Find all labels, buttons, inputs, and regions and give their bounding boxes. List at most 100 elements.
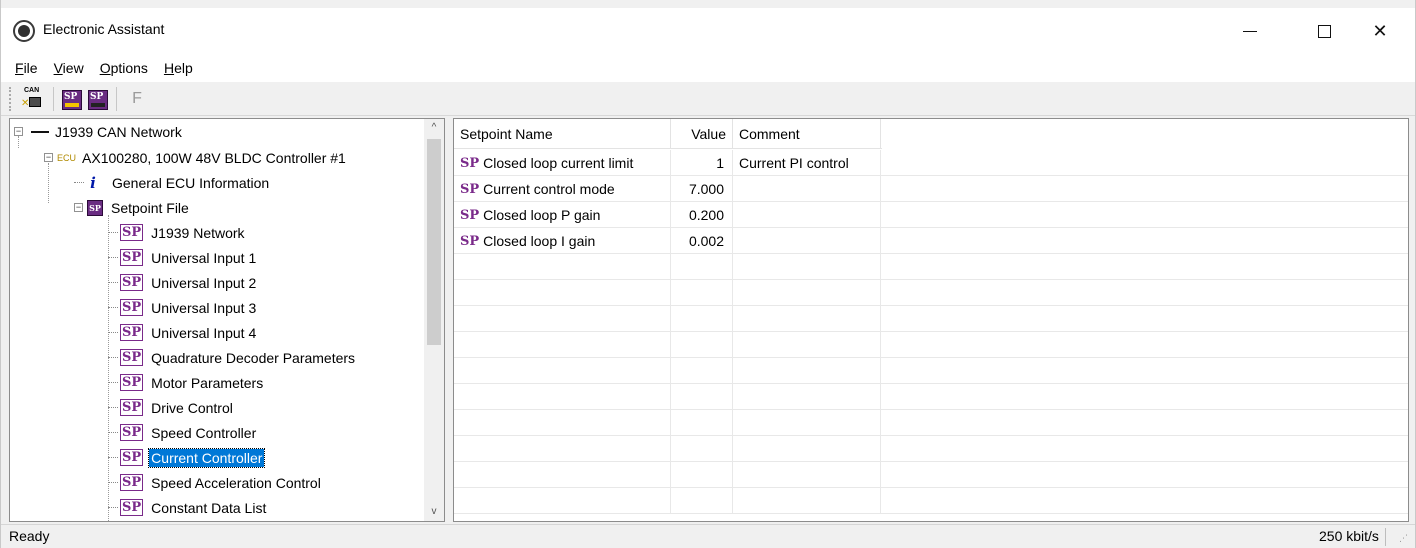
menu-help[interactable]: Help (156, 60, 201, 76)
toolbar-separator (116, 86, 117, 111)
minimize-icon (1243, 30, 1257, 32)
info-icon: i (90, 173, 96, 192)
tree-scrollbar[interactable]: ^ v (424, 119, 444, 521)
tree-node-network[interactable]: − J1939 CAN Network (14, 119, 184, 144)
sp-icon: SP (120, 249, 144, 266)
app-logo-icon (13, 20, 35, 42)
empty-row (454, 436, 1408, 462)
flash-button[interactable]: F (125, 87, 149, 111)
setpoint-comment (733, 228, 881, 254)
sp-save-icon: SP (90, 91, 104, 102)
menu-file[interactable]: File (7, 60, 46, 76)
tree-item-j1939-network[interactable]: SP J1939 Network (108, 220, 247, 245)
resize-grip-icon[interactable]: ⋰ (1399, 533, 1408, 544)
setpoint-value[interactable]: 1 (671, 150, 733, 176)
tree-item-universal-input-1[interactable]: SP Universal Input 1 (108, 245, 258, 270)
close-icon: ✕ (1372, 20, 1388, 41)
close-button[interactable]: ✕ (1357, 8, 1403, 54)
collapse-icon[interactable]: − (44, 153, 53, 162)
network-icon (31, 130, 49, 133)
ecu-icon: ECU (57, 152, 77, 163)
collapse-icon[interactable]: − (74, 203, 83, 212)
empty-row (454, 488, 1408, 514)
setpoint-comment (733, 202, 881, 228)
empty-row (454, 254, 1408, 280)
tree-item-constant-data-list[interactable]: SP Constant Data List (108, 495, 268, 520)
tree-scroll-thumb[interactable] (427, 139, 441, 345)
tree-node-label: Universal Input 3 (151, 299, 257, 316)
tree-node-label: Quadrature Decoder Parameters (151, 349, 356, 366)
setpoint-comment: Current PI control (733, 150, 881, 176)
sp-icon: SP (120, 224, 144, 241)
column-header-name[interactable]: Setpoint Name (454, 119, 671, 149)
empty-row (454, 462, 1408, 488)
toolbar-grip[interactable] (9, 86, 12, 111)
sp-icon: SP (120, 299, 144, 316)
table-row[interactable]: SP Closed loop I gain 0.002 (454, 228, 1408, 254)
title-bar: Electronic Assistant ✕ (1, 8, 1415, 54)
panel-splitter[interactable] (445, 118, 453, 522)
sp-icon: SP (120, 374, 144, 391)
toolbar: CAN ✕ SP SP F (1, 82, 1415, 116)
tree-node-label-selected: Current Controller (148, 447, 266, 468)
tree-item-drive-control[interactable]: SP Drive Control (108, 395, 235, 420)
menu-bar: File View Options Help (1, 54, 1415, 82)
tree-item-quadrature-decoder[interactable]: SP Quadrature Decoder Parameters (108, 345, 357, 370)
table-row[interactable]: SP Closed loop current limit 1 Current PI… (454, 150, 1408, 176)
sp-icon: SP (120, 324, 144, 341)
scroll-down-icon[interactable]: v (424, 503, 444, 521)
can-connect-button[interactable]: CAN ✕ (21, 87, 45, 111)
setpoint-name: Current control mode (483, 181, 615, 197)
save-setpoint-button[interactable]: SP (88, 89, 108, 110)
tree-node-label: Drive Control (151, 399, 233, 416)
tree-item-universal-input-3[interactable]: SP Universal Input 3 (108, 295, 258, 320)
column-header-value[interactable]: Value (671, 119, 733, 149)
setpoint-grid: Setpoint Name Value Comment SP Closed loo… (453, 118, 1409, 522)
tree-node-label: Motor Parameters (151, 374, 264, 391)
collapse-icon[interactable]: − (14, 127, 23, 136)
tree-item-speed-acceleration[interactable]: SP Speed Acceleration Control (108, 470, 323, 495)
tree-node-label: Setpoint File (111, 199, 189, 216)
tree-panel: − J1939 CAN Network − ECU AX100280, 100W… (9, 118, 445, 522)
tree-item-motor-parameters[interactable]: SP Motor Parameters (108, 370, 265, 395)
scroll-up-icon[interactable]: ^ (424, 119, 444, 137)
tree-item-universal-input-4[interactable]: SP Universal Input 4 (108, 320, 258, 345)
sp-icon: SP (120, 424, 144, 441)
empty-row (454, 332, 1408, 358)
baud-rate-indicator: 250 kbit/s (1319, 528, 1379, 544)
column-header-comment[interactable]: Comment (733, 119, 881, 149)
tree-node-label: Universal Input 4 (151, 324, 257, 341)
sp-icon: SP (460, 181, 480, 197)
table-row[interactable]: SP Current control mode 7.000 (454, 176, 1408, 202)
tree-node-label: Universal Input 2 (151, 274, 257, 291)
tree-node-ecu[interactable]: − ECU AX100280, 100W 48V BLDC Controller… (44, 145, 348, 170)
setpoint-name: Closed loop I gain (483, 233, 596, 249)
maximize-button[interactable] (1301, 8, 1347, 54)
menu-options[interactable]: Options (92, 60, 156, 76)
sp-icon: SP (120, 474, 144, 491)
tree-item-speed-controller[interactable]: SP Speed Controller (108, 420, 258, 445)
tree-node-label: General ECU Information (112, 174, 270, 191)
tree-item-universal-input-2[interactable]: SP Universal Input 2 (108, 270, 258, 295)
window-title: Electronic Assistant (43, 21, 165, 37)
minimize-button[interactable] (1227, 8, 1273, 54)
setpoint-value[interactable]: 0.002 (671, 228, 733, 254)
tree-node-general-info[interactable]: i General ECU Information (74, 170, 271, 195)
can-label: CAN (24, 86, 40, 94)
tree-node-setpoint-file[interactable]: − SP Setpoint File (74, 195, 191, 220)
setpoint-value[interactable]: 7.000 (671, 176, 733, 202)
tree-node-label: Speed Controller (151, 424, 257, 441)
menu-view[interactable]: View (46, 60, 92, 76)
sp-icon: SP (460, 233, 480, 249)
setpoint-name: Closed loop current limit (483, 155, 634, 171)
empty-row (454, 358, 1408, 384)
setpoint-value[interactable]: 0.200 (671, 202, 733, 228)
table-row[interactable]: SP Closed loop P gain 0.200 (454, 202, 1408, 228)
toolbar-separator (53, 86, 54, 111)
app-window: Electronic Assistant ✕ File View Options… (0, 0, 1416, 548)
open-setpoint-button[interactable]: SP (62, 89, 82, 110)
tree-item-current-controller[interactable]: SP Current Controller (108, 445, 266, 470)
sp-icon: SP (120, 274, 144, 291)
empty-row (454, 384, 1408, 410)
tree-node-label: J1939 CAN Network (55, 123, 182, 140)
